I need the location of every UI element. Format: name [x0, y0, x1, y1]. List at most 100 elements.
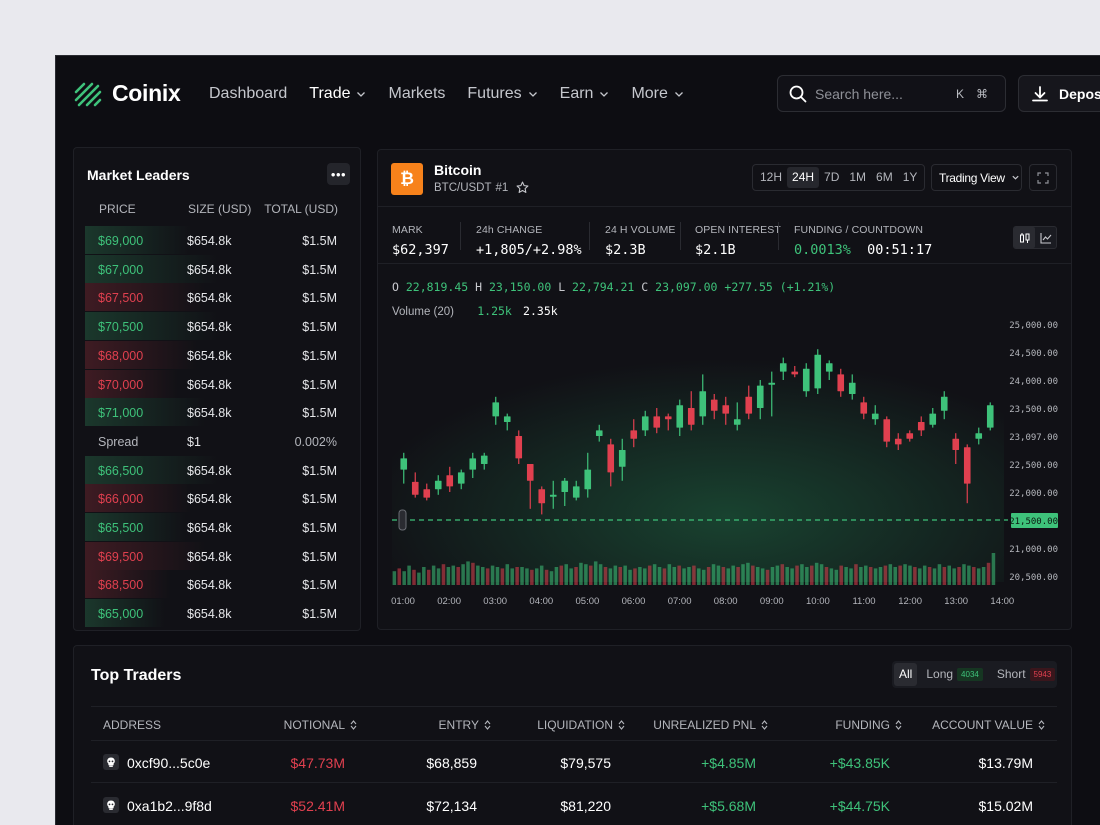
table-row[interactable]: 0xa1b2...9f8d $52.41M $72,134 $81,220 +$5.68…	[91, 784, 1057, 825]
volume-bar	[800, 564, 804, 585]
volume-bar	[417, 572, 421, 585]
stat-label: MARK	[392, 224, 423, 236]
order-row[interactable]: $71,000 $654.8k $1.5M	[85, 398, 351, 427]
order-row[interactable]: $66,500 $654.8k $1.5M	[85, 455, 351, 484]
filter-all[interactable]: All	[894, 663, 918, 686]
timeframe-7d[interactable]: 7D	[819, 167, 844, 188]
order-size: $654.8k	[187, 463, 232, 478]
deposit-button[interactable]: Deposit	[1018, 75, 1100, 112]
chevron-down-icon	[528, 92, 537, 97]
nav-markets[interactable]: Markets	[388, 84, 445, 104]
shortcut-cmd-key: ⌘	[976, 86, 988, 101]
col-notional[interactable]: NOTIONAL	[284, 718, 357, 732]
cell-address[interactable]: 0xcf90...5c0e	[127, 755, 210, 771]
star-icon[interactable]	[516, 181, 529, 194]
order-row[interactable]: $67,000 $654.8k $1.5M	[85, 254, 351, 283]
order-size: $654.8k	[187, 234, 232, 248]
order-row[interactable]: $66,000 $654.8k $1.5M	[85, 484, 351, 513]
timeframe-24h[interactable]: 24H	[787, 167, 820, 188]
divider	[589, 222, 590, 250]
y-tick-label: 23,500.00	[1009, 405, 1058, 415]
volume-bar	[564, 564, 568, 585]
chevron-down-icon	[357, 92, 366, 97]
skull-icon	[103, 754, 119, 770]
filter-short[interactable]: Short 5943	[992, 663, 1060, 686]
stat-24h-change: 24h CHANGE +1,805/+2.98%	[476, 220, 582, 258]
nav-more[interactable]: More	[631, 84, 683, 104]
drag-handle[interactable]	[398, 509, 407, 531]
timeframe-1m[interactable]: 1M	[844, 167, 871, 188]
col-unrealized-pnl[interactable]: UNREALIZED PNL	[653, 718, 768, 732]
order-row[interactable]: $70,500 $654.8k $1.5M	[85, 312, 351, 341]
volume-bar	[603, 567, 608, 585]
order-row[interactable]: $69,000 $654.8k $1.5M	[85, 226, 351, 254]
order-total: $1.5M	[302, 607, 337, 622]
spread-row[interactable]: Spread $1 0.002%	[85, 427, 351, 455]
search-input[interactable]	[815, 85, 945, 102]
cell-account: $13.79M	[978, 755, 1033, 771]
order-row[interactable]: $68,000 $654.8k $1.5M	[85, 340, 351, 369]
timeframe-12h[interactable]: 12H	[755, 167, 787, 188]
nav-label: Trade	[309, 85, 351, 102]
order-price: $66,500	[98, 463, 144, 478]
filter-long[interactable]: Long 4034	[921, 663, 988, 686]
order-size: $1	[187, 434, 201, 449]
cell-pnl: +$4.85M	[701, 755, 756, 771]
volume-bar	[967, 565, 971, 585]
volume-bar	[476, 565, 480, 585]
volume-bar	[682, 568, 686, 585]
stat-24h-volume: 24 H VOLUME $2.3B	[605, 220, 676, 258]
filter-label: All	[899, 667, 913, 681]
price-chart[interactable]: 25,000.00 24,500.00 24,000.00 23,500.00 23,0…	[378, 320, 1071, 615]
nav-futures[interactable]: Futures	[467, 84, 537, 104]
col-liquidation[interactable]: LIQUIDATION	[537, 718, 625, 732]
brand-logo[interactable]: Coinix	[74, 80, 181, 107]
order-size: $654.8k	[187, 406, 232, 421]
cell-pnl: +$5.68M	[701, 798, 756, 814]
expand-button[interactable]	[1029, 164, 1057, 191]
order-row[interactable]: $68,500 $654.8k $1.5M	[85, 570, 351, 599]
volume-bar	[819, 564, 824, 585]
cell-address[interactable]: 0xa1b2...9f8d	[127, 798, 212, 814]
more-options-button[interactable]: •••	[327, 163, 350, 185]
volume-bar	[471, 562, 475, 585]
volume-bar	[829, 568, 834, 585]
order-row[interactable]: $67,500 $654.8k $1.5M	[85, 283, 351, 312]
trader-filter: All Long 4034 Short 5943	[892, 661, 1057, 688]
order-row[interactable]: $69,500 $654.8k $1.5M	[85, 541, 351, 570]
col-funding[interactable]: FUNDING	[835, 718, 902, 732]
timeframe-1y[interactable]: 1Y	[898, 167, 923, 188]
col-account-value[interactable]: ACCOUNT VALUE	[932, 718, 1045, 732]
volume-bar	[986, 562, 991, 585]
top-navbar: Coinix Dashboard Trade Markets Futures Earn M…	[56, 56, 1100, 132]
volume-bar	[746, 562, 750, 585]
volume-bar	[918, 568, 922, 585]
volume-bar	[697, 568, 701, 585]
order-price: $67,500	[98, 291, 144, 306]
table-row[interactable]: 0xcf90...5c0e $47.73M $68,859 $79,575 +$4.85…	[91, 741, 1057, 783]
volume-bar	[687, 567, 691, 585]
nav-trade[interactable]: Trade	[309, 84, 366, 104]
volume-bar	[431, 565, 436, 585]
sort-icon	[484, 720, 491, 730]
candles-view-button[interactable]	[1014, 227, 1035, 248]
nav-earn[interactable]: Earn	[560, 84, 610, 104]
volume-bar	[426, 569, 431, 585]
timeframe-6m[interactable]: 6M	[871, 167, 898, 188]
order-row[interactable]: $70,000 $654.8k $1.5M	[85, 369, 351, 398]
volume-bar	[628, 569, 632, 585]
deposit-label: Deposit	[1059, 85, 1100, 102]
nav-dashboard[interactable]: Dashboard	[209, 84, 287, 104]
close-value: 23,097.00	[655, 280, 718, 294]
line-view-button[interactable]	[1035, 227, 1056, 248]
col-label: ACCOUNT VALUE	[932, 718, 1033, 732]
order-row[interactable]: $65,500 $654.8k $1.5M	[85, 513, 351, 541]
order-row[interactable]: $65,000 $654.8k $1.5M	[85, 599, 351, 628]
view-select[interactable]: Trading View	[931, 164, 1022, 191]
col-entry[interactable]: ENTRY	[439, 718, 491, 732]
search-box[interactable]: K ⌘	[777, 75, 1006, 112]
volume-bar	[932, 568, 937, 585]
stat-funding: FUNDING / COUNTDOWN 0.0013% 00:51:17	[794, 220, 932, 258]
col-price: PRICE	[99, 202, 136, 216]
order-price: Spread	[98, 434, 139, 449]
